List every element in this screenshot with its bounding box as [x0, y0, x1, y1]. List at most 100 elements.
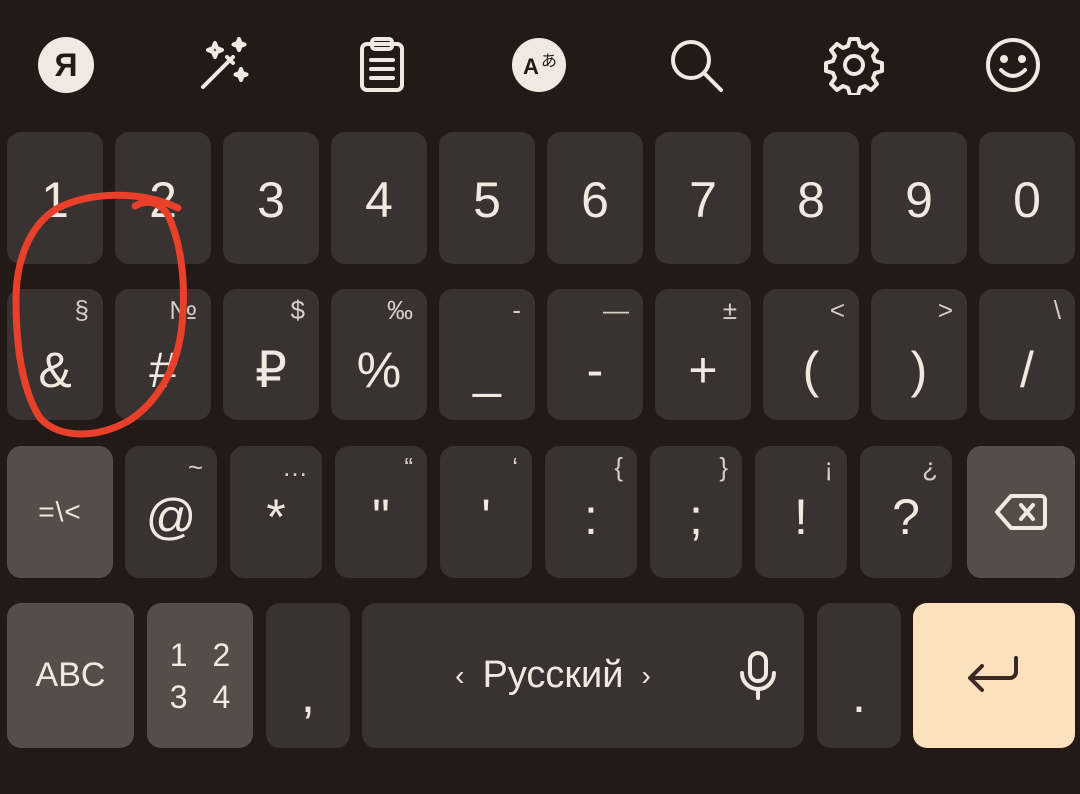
chevron-right-icon: › [641, 659, 651, 691]
key-label: ; [689, 489, 703, 545]
key-label: , [301, 666, 315, 723]
key-secondary-label: { [614, 452, 623, 482]
key-secondary-label: ¿ [922, 452, 938, 482]
key-label: . [852, 666, 866, 723]
key-6[interactable]: 6 [547, 132, 643, 264]
key-label: 7 [689, 172, 717, 228]
key-ampersand[interactable]: § & [7, 289, 103, 420]
key-secondary-label: “ [404, 452, 413, 482]
key-label: ₽ [255, 341, 287, 398]
key-3[interactable]: 3 [223, 132, 319, 264]
language-label: Русский [482, 654, 624, 696]
key-slash[interactable]: \ / [979, 289, 1075, 420]
key-plus[interactable]: ± + [655, 289, 751, 420]
key-1[interactable]: 1 [7, 132, 103, 264]
key-hash[interactable]: № # [115, 289, 211, 420]
key-secondary-label: ~ [187, 452, 203, 482]
clipboard-icon[interactable] [352, 35, 412, 95]
key-secondary-label: § [74, 295, 89, 325]
key-secondary-label: ± [722, 295, 737, 325]
translate-icon[interactable]: A あ [509, 35, 569, 95]
key-label: # [149, 341, 177, 398]
key-label: 4 [365, 172, 393, 228]
key-label: _ [473, 341, 501, 398]
key-secondary-label: ¡ [824, 452, 833, 482]
key-minus[interactable]: — - [547, 289, 643, 420]
chevron-left-icon: ‹ [455, 659, 465, 691]
key-label: 8 [797, 172, 825, 228]
key-ruble[interactable]: $ ₽ [223, 289, 319, 420]
key-label: ( [802, 341, 820, 398]
abc-button[interactable]: ABC [7, 603, 134, 748]
symbols-toggle-label: =\< [38, 496, 82, 527]
key-secondary-label: < [829, 295, 845, 325]
symbols-toggle-button[interactable]: =\< [7, 446, 113, 578]
key-percent[interactable]: ‰% [331, 289, 427, 420]
key-secondary-label: — [603, 295, 629, 325]
key-4[interactable]: 4 [331, 132, 427, 264]
key-secondary-label: - [512, 295, 521, 325]
microphone-icon[interactable] [738, 651, 778, 701]
key-secondary-label: $ [290, 295, 305, 325]
key-9[interactable]: 9 [871, 132, 967, 264]
enter-icon [968, 655, 1018, 692]
key-secondary-label: ‰ [387, 295, 413, 325]
key-0[interactable]: 0 [979, 132, 1075, 264]
key-label: 1 [41, 172, 69, 228]
key-label: * [266, 489, 286, 545]
key-label: 9 [905, 172, 933, 228]
key-secondary-label: \ [1053, 295, 1061, 325]
svg-text:あ: あ [541, 51, 557, 70]
key-secondary-label: … [282, 452, 308, 482]
backspace-icon [995, 494, 1047, 530]
key-double-quote[interactable]: “" [335, 446, 427, 578]
keyboard: Я A あ 1 2 3 4 5 6 7 8 9 0 § & № # $ ₽ ‰ … [0, 0, 1080, 794]
key-label: + [688, 341, 718, 398]
backspace-button[interactable] [967, 446, 1075, 578]
key-colon[interactable]: {: [545, 446, 637, 578]
key-label: 0 [1013, 172, 1041, 228]
enter-button[interactable] [913, 603, 1075, 748]
space-bar[interactable]: ‹ Русский › [362, 603, 804, 748]
key-at[interactable]: ~ @ [125, 446, 217, 578]
key-left-paren[interactable]: <( [763, 289, 859, 420]
key-period[interactable]: . [817, 603, 901, 748]
emoji-icon[interactable] [983, 35, 1043, 95]
key-right-paren[interactable]: >) [871, 289, 967, 420]
key-label: & [38, 341, 72, 398]
numpad-button[interactable]: 1 2 3 4 [147, 603, 253, 748]
key-label: - [586, 341, 604, 398]
key-secondary-label: > [937, 295, 953, 325]
magic-wand-icon[interactable] [193, 35, 253, 95]
key-7[interactable]: 7 [655, 132, 751, 264]
key-8[interactable]: 8 [763, 132, 859, 264]
key-5[interactable]: 5 [439, 132, 535, 264]
key-label: 2 [149, 172, 177, 228]
key-label: / [1020, 341, 1034, 398]
yandex-logo-icon[interactable]: Я [36, 35, 96, 95]
key-label: @ [145, 489, 197, 545]
key-label: ' [481, 489, 491, 545]
numpad-label-line1: 1 2 [169, 636, 239, 673]
key-label: % [356, 341, 402, 398]
key-underscore[interactable]: - _ [439, 289, 535, 420]
search-icon[interactable] [666, 35, 726, 95]
svg-text:A: A [523, 54, 539, 79]
key-exclamation[interactable]: ¡! [755, 446, 847, 578]
key-question[interactable]: ¿? [860, 446, 952, 578]
gear-icon[interactable] [824, 35, 884, 95]
key-label: ) [910, 341, 928, 398]
key-comma[interactable]: , [266, 603, 350, 748]
key-single-quote[interactable]: ‘' [440, 446, 532, 578]
key-2[interactable]: 2 [115, 132, 211, 264]
abc-label: ABC [35, 656, 106, 694]
key-secondary-label: ‘ [512, 452, 518, 482]
key-semicolon[interactable]: }; [650, 446, 742, 578]
key-asterisk[interactable]: … * [230, 446, 322, 578]
key-label: 6 [581, 172, 609, 228]
key-secondary-label: } [719, 452, 728, 482]
numpad-label-line2: 3 4 [169, 678, 239, 715]
key-label: : [584, 489, 598, 545]
key-label: ! [794, 489, 808, 545]
key-label: ? [892, 489, 920, 545]
